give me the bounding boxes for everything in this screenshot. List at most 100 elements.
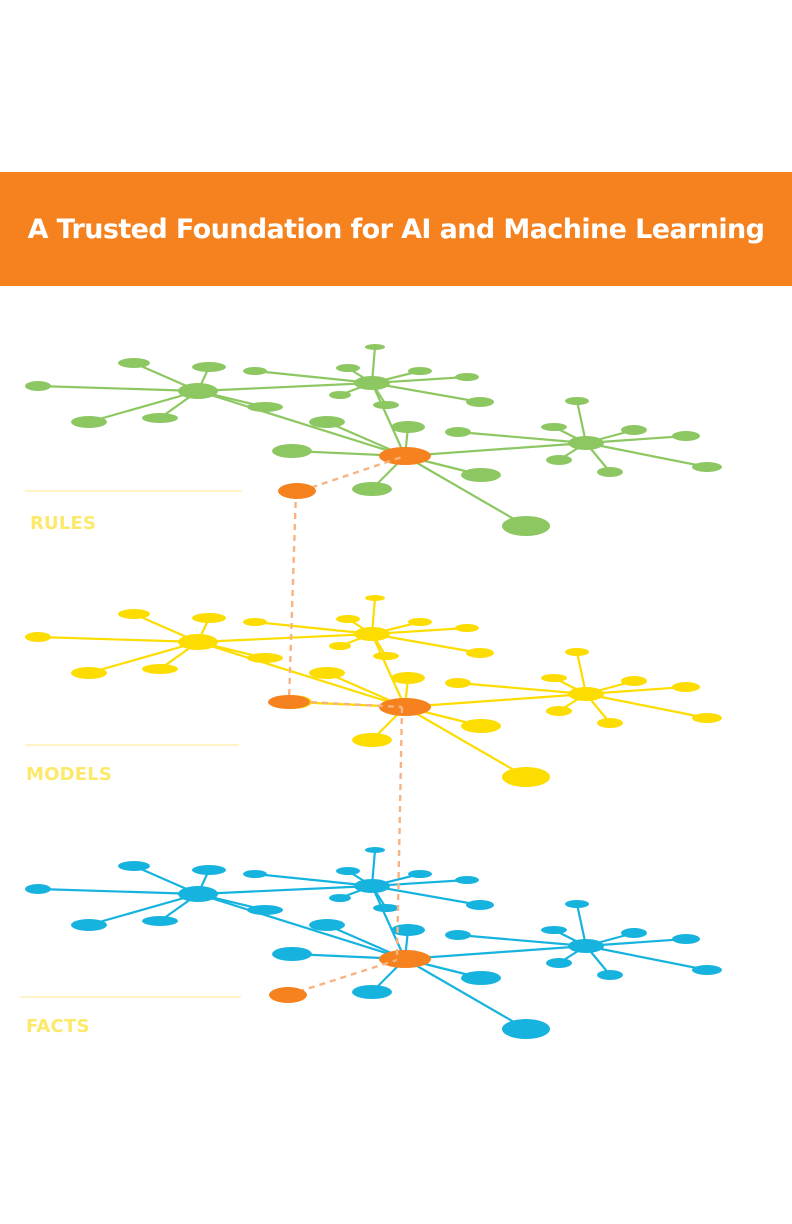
leaf-node [565,397,589,405]
leaf-node [309,919,345,931]
edges [37,849,708,1030]
leaf-node [365,847,385,853]
edge [37,635,199,644]
leaf-node [672,682,700,692]
leaf-node [408,367,432,375]
leaf-node [461,719,501,733]
hub-edge [197,884,373,896]
leaf-node [466,648,494,658]
leaf-node [541,926,567,934]
leaf-node [142,916,178,926]
edges [37,597,708,778]
link-node [269,987,307,1003]
leaf-node [365,595,385,601]
leaf-node [309,416,345,428]
edges [37,346,708,527]
leaf-node [445,930,471,940]
link-node [278,483,316,499]
hub-edge [197,381,373,393]
leaf-node [672,934,700,944]
hub-edge [370,885,407,960]
leaf-node [243,618,267,626]
leaf-node [142,413,178,423]
leaf-node [25,632,51,642]
hub-edge [197,632,373,644]
hub-node [568,939,604,953]
leaf-node [373,652,399,660]
hub-edge [404,692,587,709]
leaf-node [373,904,399,912]
leaf-node [408,618,432,626]
leaf-node [25,381,51,391]
hub-edge [370,382,407,457]
edge [404,706,527,778]
leaf-node [692,965,722,975]
leaf-node [466,397,494,407]
hub-edge [404,944,587,961]
leaf-node [692,462,722,472]
knowledge-graph-diagram [20,344,722,1039]
leaf-node [71,667,107,679]
hub-edge [404,441,587,458]
leaf-node [142,664,178,674]
leaf-node [546,958,572,968]
hub-node [354,376,390,390]
facts-label: FACTS [26,1016,90,1037]
leaf-node [391,924,425,936]
leaf-node [247,905,283,915]
leaf-node [272,947,312,961]
leaf-node [445,678,471,688]
leaf-node [118,861,150,871]
leaf-node [621,928,647,938]
edge [37,384,199,393]
dashed-connector [287,490,298,702]
link-node [268,695,310,709]
leaf-node [541,423,567,431]
leaf-node [336,867,360,875]
leaf-node [71,416,107,428]
hub-node [568,436,604,450]
leaf-node [621,676,647,686]
rules-network [25,344,722,536]
leaf-node [672,431,700,441]
leaf-node [565,648,589,656]
leaf-node [329,642,351,650]
leaf-node [455,624,479,632]
models-network [25,595,722,787]
rules-label: RULES [30,513,97,534]
leaf-node [541,674,567,682]
hub-edge [370,633,407,708]
hub-node [178,886,218,902]
leaf-node [192,865,226,875]
edge [404,455,527,527]
leaf-node [71,919,107,931]
leaf-node [352,733,392,747]
leaf-node [25,884,51,894]
models-label: MODELS [26,764,113,785]
leaf-node [118,609,150,619]
leaf-node [247,653,283,663]
leaf-node [118,358,150,368]
leaf-node [455,373,479,381]
leaf-node [408,870,432,878]
dashed-connector [395,706,404,959]
leaf-node [461,971,501,985]
edge [404,958,527,1030]
leaf-node [502,767,550,787]
leaf-node [597,970,623,980]
leaf-node [565,900,589,908]
hub-node [354,879,390,893]
leaf-node [272,444,312,458]
leaf-node [461,468,501,482]
hub-node [178,383,218,399]
leaf-node [329,391,351,399]
leaf-node [621,425,647,435]
leaf-node [192,613,226,623]
leaf-node [597,718,623,728]
leaf-node [329,894,351,902]
leaf-node [243,870,267,878]
leaf-node [243,367,267,375]
leaf-node [502,516,550,536]
edge [37,887,199,896]
highlighted-hub-node [379,698,431,716]
